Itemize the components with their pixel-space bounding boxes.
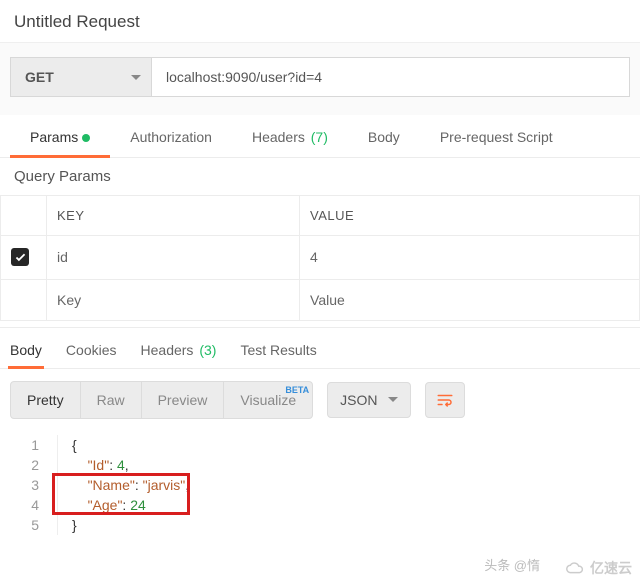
resp-tab-cookies[interactable]: Cookies [66,342,117,358]
chevron-down-icon [131,75,141,80]
value-header: VALUE [300,196,640,236]
method-label: GET [25,69,54,85]
tab-prerequest[interactable]: Pre-request Script [420,115,573,157]
tab-params[interactable]: Params [10,115,110,157]
cloud-icon [564,560,586,576]
watermark-2: 亿速云 [564,558,632,578]
view-preview[interactable]: Preview [142,382,225,418]
query-params-heading: Query Params [0,158,640,195]
key-cell[interactable]: id [47,236,300,280]
request-row: GET localhost:9090/user?id=4 [0,43,640,115]
table-row: id 4 [1,236,640,280]
view-raw[interactable]: Raw [81,382,142,418]
row-checkbox[interactable] [11,248,29,266]
line-gutter: 12345 [10,435,58,535]
checkbox-header [1,196,47,236]
http-method-select[interactable]: GET [10,57,152,97]
url-input[interactable]: localhost:9090/user?id=4 [152,57,630,97]
active-dot-icon [82,134,90,142]
response-controls: Pretty Raw Preview VisualizeBETA JSON [0,368,640,431]
url-text: localhost:9090/user?id=4 [166,69,322,85]
response-tabs: Body Cookies Headers (3) Test Results [0,327,640,368]
format-select[interactable]: JSON [327,382,410,418]
wrap-lines-button[interactable] [425,382,465,418]
view-mode-group: Pretty Raw Preview VisualizeBETA [10,381,313,419]
tab-body[interactable]: Body [348,115,420,157]
format-label: JSON [340,392,377,408]
resp-tab-headers[interactable]: Headers (3) [141,342,217,358]
chevron-down-icon [388,397,398,402]
resp-tab-body[interactable]: Body [10,342,42,358]
tab-headers[interactable]: Headers (7) [232,115,348,157]
request-tabs: Params Authorization Headers (7) Body Pr… [0,115,640,158]
resp-tab-tests[interactable]: Test Results [240,342,316,358]
key-input[interactable]: Key [47,279,300,320]
beta-badge: BETA [285,385,309,395]
response-body: 12345 { "Id": 4, "Name": "jarvis", "Age"… [0,431,640,535]
watermark-1: 头条 @惰 [484,555,540,574]
view-visualize[interactable]: VisualizeBETA [224,382,312,418]
query-params-table: KEY VALUE id 4 Key Value [0,195,640,321]
wrap-icon [436,391,454,409]
view-pretty[interactable]: Pretty [11,382,81,418]
check-icon [14,251,27,264]
value-cell[interactable]: 4 [300,236,640,280]
value-input[interactable]: Value [300,279,640,320]
tab-authorization[interactable]: Authorization [110,115,232,157]
json-source[interactable]: { "Id": 4, "Name": "jarvis", "Age": 24 } [58,435,189,535]
request-title: Untitled Request [0,0,640,43]
key-header: KEY [47,196,300,236]
table-row-new: Key Value [1,279,640,320]
